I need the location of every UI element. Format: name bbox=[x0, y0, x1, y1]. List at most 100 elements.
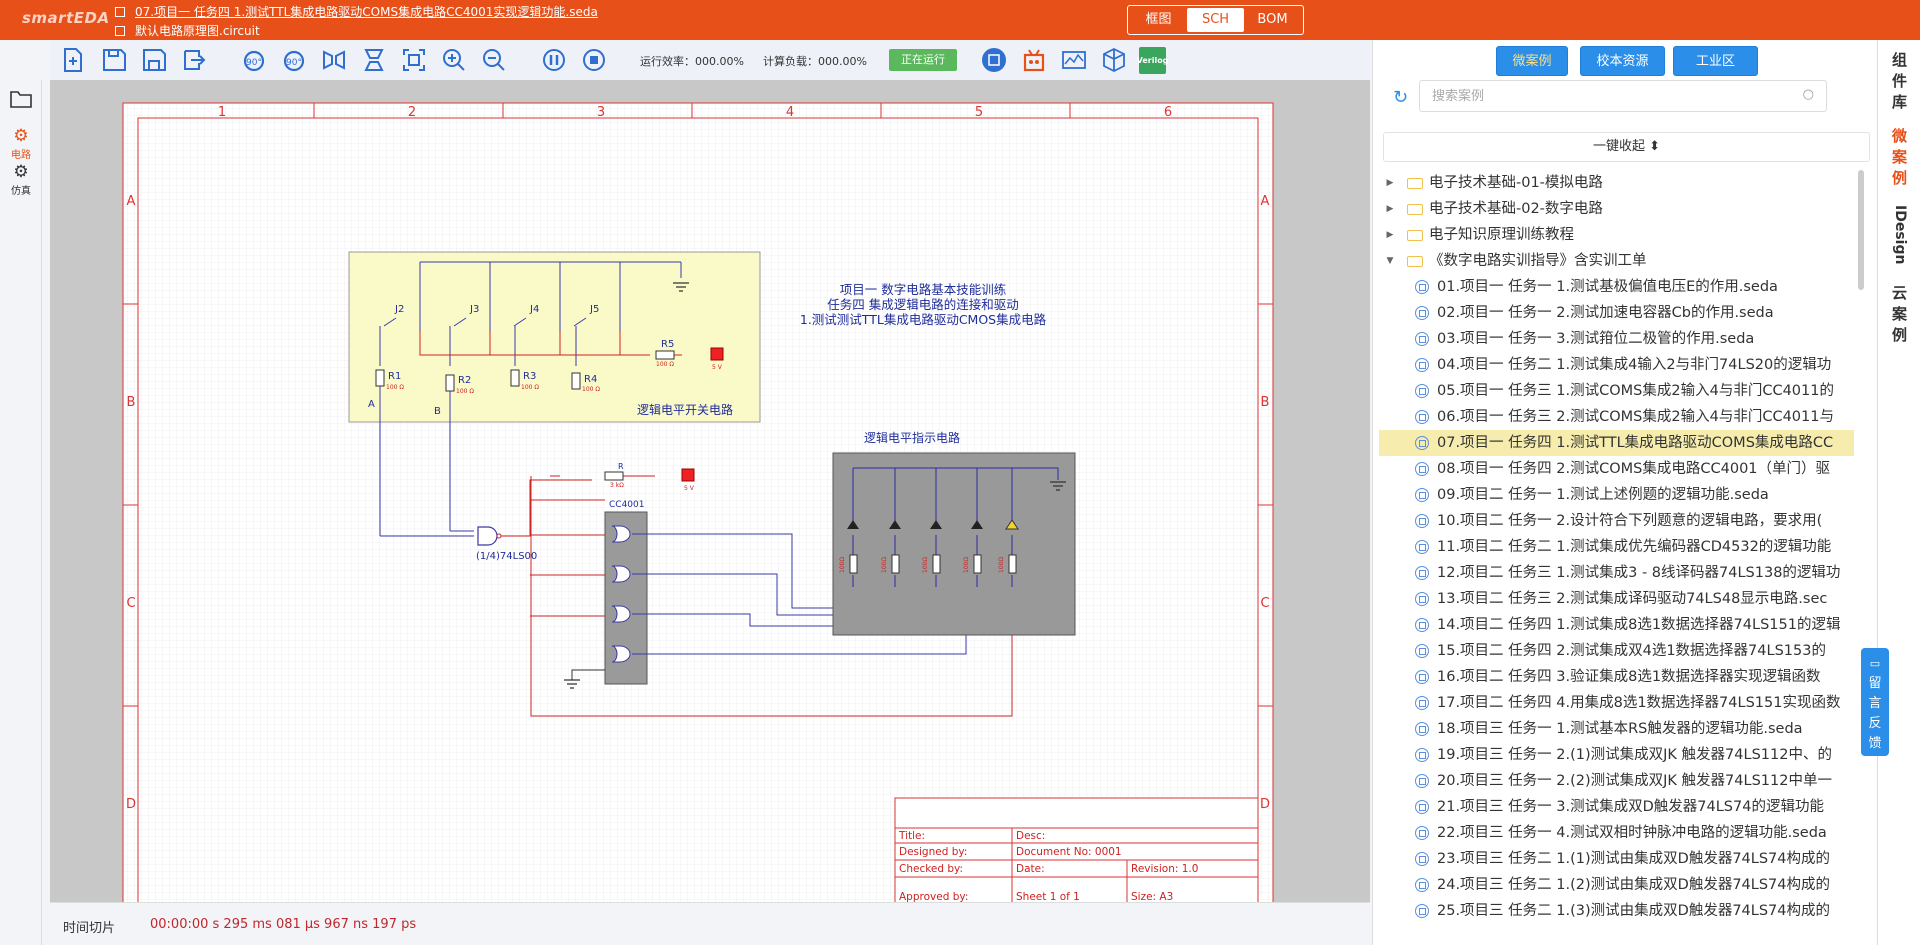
zoom-out-button[interactable] bbox=[479, 45, 509, 75]
tree-item-label: 04.项目一 任务二 1.测试集成4输入2与非门74LS20的逻辑功 bbox=[1437, 357, 1832, 373]
case-item[interactable]: 09.项目二 任务一 1.测试上述例题的逻辑功能.seda bbox=[1379, 482, 1854, 508]
case-item[interactable]: 20.项目三 任务一 2.(2)测试集成双JK 触发器74LS112中单一 bbox=[1379, 768, 1854, 794]
vtab-idesign[interactable]: IDesign bbox=[1878, 205, 1920, 264]
case-item[interactable]: 05.项目一 任务三 1.测试COMS集成2输入4与非门CC4011的 bbox=[1379, 378, 1854, 404]
case-item[interactable]: 02.项目一 任务一 2.测试加速电容器Cb的作用.seda bbox=[1379, 300, 1854, 326]
stop-button[interactable] bbox=[579, 45, 609, 75]
folder-item[interactable]: ▶ 电子技术基础-02-数字电路 bbox=[1379, 196, 1854, 222]
circuit-file-icon bbox=[1415, 384, 1429, 398]
tab-school-resources[interactable]: 校本资源 bbox=[1580, 46, 1665, 76]
feedback-button[interactable]: ▭ 留言反馈 bbox=[1861, 648, 1889, 756]
export-button[interactable] bbox=[179, 45, 209, 75]
search-icon[interactable]: ○ bbox=[1803, 87, 1814, 102]
case-item[interactable]: 15.项目二 任务四 2.测试集成双4选1数据选择器74LS153的 bbox=[1379, 638, 1854, 664]
folder-button[interactable] bbox=[0, 90, 42, 111]
logic-indicator-module[interactable]: 逻辑电平指示电路 100Ω 100Ω 100Ω 100Ω 100Ω bbox=[832, 430, 1076, 636]
case-item[interactable]: 07.项目一 任务四 1.测试TTL集成电路驱动COMS集成电路CC bbox=[1379, 430, 1854, 456]
pause-button[interactable] bbox=[539, 45, 569, 75]
switch-label: J3 bbox=[469, 304, 479, 315]
vtab-cloud-cases[interactable]: 云案例 bbox=[1878, 283, 1920, 346]
tab-block-diagram[interactable]: 框图 bbox=[1130, 8, 1187, 32]
col-label: 2 bbox=[408, 105, 416, 120]
circuit-nav-label: 电路 bbox=[11, 150, 31, 161]
case-item[interactable]: 23.项目三 任务二 1.(1)测试由集成双D触发器74LS74构成的 bbox=[1379, 846, 1854, 872]
schematic-svg[interactable]: 1 2 3 4 5 6 A B C D A B C D 项目一 数字电路基本技能… bbox=[50, 80, 1370, 902]
schematic-canvas[interactable]: 1 2 3 4 5 6 A B C D A B C D 项目一 数字电路基本技能… bbox=[50, 80, 1370, 902]
refresh-icon[interactable]: ↻ bbox=[1393, 87, 1408, 108]
tab-industry[interactable]: 工业区 bbox=[1673, 46, 1758, 76]
case-item[interactable]: 21.项目三 任务一 3.测试集成双D触发器74LS74的逻辑功能 bbox=[1379, 794, 1854, 820]
folder-item[interactable]: ▶ 电子技术基础-01-模拟电路 bbox=[1379, 170, 1854, 196]
tab-sch[interactable]: SCH bbox=[1187, 8, 1244, 32]
chevron-down-icon[interactable]: ▼ bbox=[1385, 248, 1395, 274]
save-as-button[interactable] bbox=[139, 45, 169, 75]
running-status-button[interactable]: 正在运行 bbox=[889, 49, 957, 71]
case-item[interactable]: 04.项目一 任务二 1.测试集成4输入2与非门74LS20的逻辑功 bbox=[1379, 352, 1854, 378]
chevron-right-icon[interactable]: ▶ bbox=[1385, 170, 1395, 196]
case-item[interactable]: 18.项目三 任务一 1.测试基本RS触发器的逻辑功能.seda bbox=[1379, 716, 1854, 742]
oscilloscope-icon bbox=[1062, 51, 1086, 69]
case-item[interactable]: 25.项目三 任务二 1.(3)测试由集成双D触发器74LS74构成的 bbox=[1379, 898, 1854, 924]
folder-icon bbox=[1407, 256, 1423, 267]
case-item[interactable]: 12.项目二 任务三 1.测试集成3 - 8线译码器74LS138的逻辑功 bbox=[1379, 560, 1854, 586]
chevron-right-icon[interactable]: ▶ bbox=[1385, 222, 1395, 248]
vtab-label: IDesign bbox=[1892, 205, 1908, 265]
collapse-all-button[interactable]: 一键收起 ⬍ bbox=[1383, 132, 1870, 162]
case-item[interactable]: 19.项目三 任务一 2.(1)测试集成双JK 触发器74LS112中、的 bbox=[1379, 742, 1854, 768]
resistor-label: R3 bbox=[523, 371, 536, 382]
pause-icon bbox=[543, 49, 565, 71]
case-item[interactable]: 06.项目一 任务三 2.测试COMS集成2输入4与非门CC4011与 bbox=[1379, 404, 1854, 430]
oscilloscope-button[interactable] bbox=[1059, 45, 1089, 75]
3d-view-button[interactable] bbox=[1099, 45, 1129, 75]
zoom-in-button[interactable] bbox=[439, 45, 469, 75]
folder-item[interactable]: ▶ 电子知识原理训练教程 bbox=[1379, 222, 1854, 248]
case-item[interactable]: 11.项目二 任务二 1.测试集成优先编码器CD4532的逻辑功能 bbox=[1379, 534, 1854, 560]
led-resistor-value: 100Ω bbox=[998, 557, 1005, 573]
case-item[interactable]: 22.项目三 任务一 4.测试双相时钟脉冲电路的逻辑功能.seda bbox=[1379, 820, 1854, 846]
case-item[interactable]: 01.项目一 任务一 1.测试基极偏值电压E的作用.seda bbox=[1379, 274, 1854, 300]
folder-item[interactable]: ▼ 《数字电路实训指导》含实训工单 bbox=[1379, 248, 1854, 274]
flip-horizontal-button[interactable] bbox=[319, 45, 349, 75]
circuit-file-icon bbox=[1415, 878, 1429, 892]
new-file-button[interactable] bbox=[58, 45, 88, 75]
case-item[interactable]: 08.项目一 任务四 2.测试COMS集成电路CC4001（单门）驱 bbox=[1379, 456, 1854, 482]
view-switch: 框图 SCH BOM bbox=[1127, 5, 1304, 35]
case-item[interactable]: 17.项目二 任务四 4.用集成8选1数据选择器74LS151实现函数 bbox=[1379, 690, 1854, 716]
search-input[interactable] bbox=[1420, 81, 1790, 111]
tree-scrollbar[interactable] bbox=[1858, 170, 1864, 290]
simulation-nav[interactable]: ⚙ 仿真 bbox=[0, 162, 42, 197]
switch-label: J2 bbox=[394, 304, 404, 315]
file-tab-active[interactable]: 07.项目一 任务四 1.测试TTL集成电路驱动COMS集成电路CC4001实现… bbox=[115, 3, 598, 20]
title-bar: smartEDA 07.项目一 任务四 1.测试TTL集成电路驱动COMS集成电… bbox=[0, 0, 1920, 40]
vtab-micro-cases[interactable]: 微案例 bbox=[1878, 126, 1920, 189]
case-item[interactable]: 13.项目二 任务三 2.测试集成译码驱动74LS48显示电路.sec bbox=[1379, 586, 1854, 612]
row-label: B bbox=[127, 395, 136, 410]
save-button[interactable] bbox=[99, 45, 129, 75]
rotate-cw-button[interactable]: 90° bbox=[239, 45, 269, 75]
chevron-right-icon[interactable]: ▶ bbox=[1385, 196, 1395, 222]
vtab-component-library[interactable]: 组件库 bbox=[1878, 50, 1920, 113]
verilog-button[interactable]: Verilog bbox=[1137, 47, 1168, 74]
circuit-file-icon bbox=[1415, 488, 1429, 502]
robot-tool-button[interactable] bbox=[1019, 45, 1049, 75]
flip-vertical-button[interactable] bbox=[359, 45, 389, 75]
switch-box bbox=[348, 251, 761, 423]
case-item[interactable]: 10.项目二 任务一 2.设计符合下列题意的逻辑电路，要求用( bbox=[1379, 508, 1854, 534]
case-item[interactable]: 16.项目二 任务四 3.验证集成8选1数据选择器实现逻辑函数 bbox=[1379, 664, 1854, 690]
tab-micro-cases[interactable]: 微案例 bbox=[1496, 46, 1568, 76]
rotate-ccw-icon: 90° bbox=[283, 50, 305, 72]
file-tab-circuit[interactable]: 默认电路原理图.circuit bbox=[115, 22, 260, 39]
cc4001-chip[interactable]: CC4001 bbox=[604, 500, 648, 685]
title-block-sheet: Sheet 1 of 1 bbox=[1016, 891, 1080, 902]
case-tree: ▶ 电子技术基础-01-模拟电路 ▶ 电子技术基础-02-数字电路 ▶ 电子知识原理训练教… bbox=[1379, 168, 1854, 945]
chip-tool-button[interactable] bbox=[979, 45, 1009, 75]
rotate-ccw-button[interactable]: 90° bbox=[279, 45, 309, 75]
tab-bom[interactable]: BOM bbox=[1244, 8, 1301, 32]
case-item[interactable]: 24.项目三 任务二 1.(2)测试由集成双D触发器74LS74构成的 bbox=[1379, 872, 1854, 898]
fit-view-button[interactable] bbox=[399, 45, 429, 75]
circuit-nav[interactable]: ⚙ 电路 bbox=[0, 126, 42, 161]
circuit-file-icon bbox=[1415, 358, 1429, 372]
vtab-label: 微案例 bbox=[1891, 127, 1907, 187]
case-item[interactable]: 14.项目二 任务四 1.测试集成8选1数据选择器74LS151的逻辑 bbox=[1379, 612, 1854, 638]
case-item[interactable]: 03.项目一 任务一 3.测试箝位二极管的作用.seda bbox=[1379, 326, 1854, 352]
